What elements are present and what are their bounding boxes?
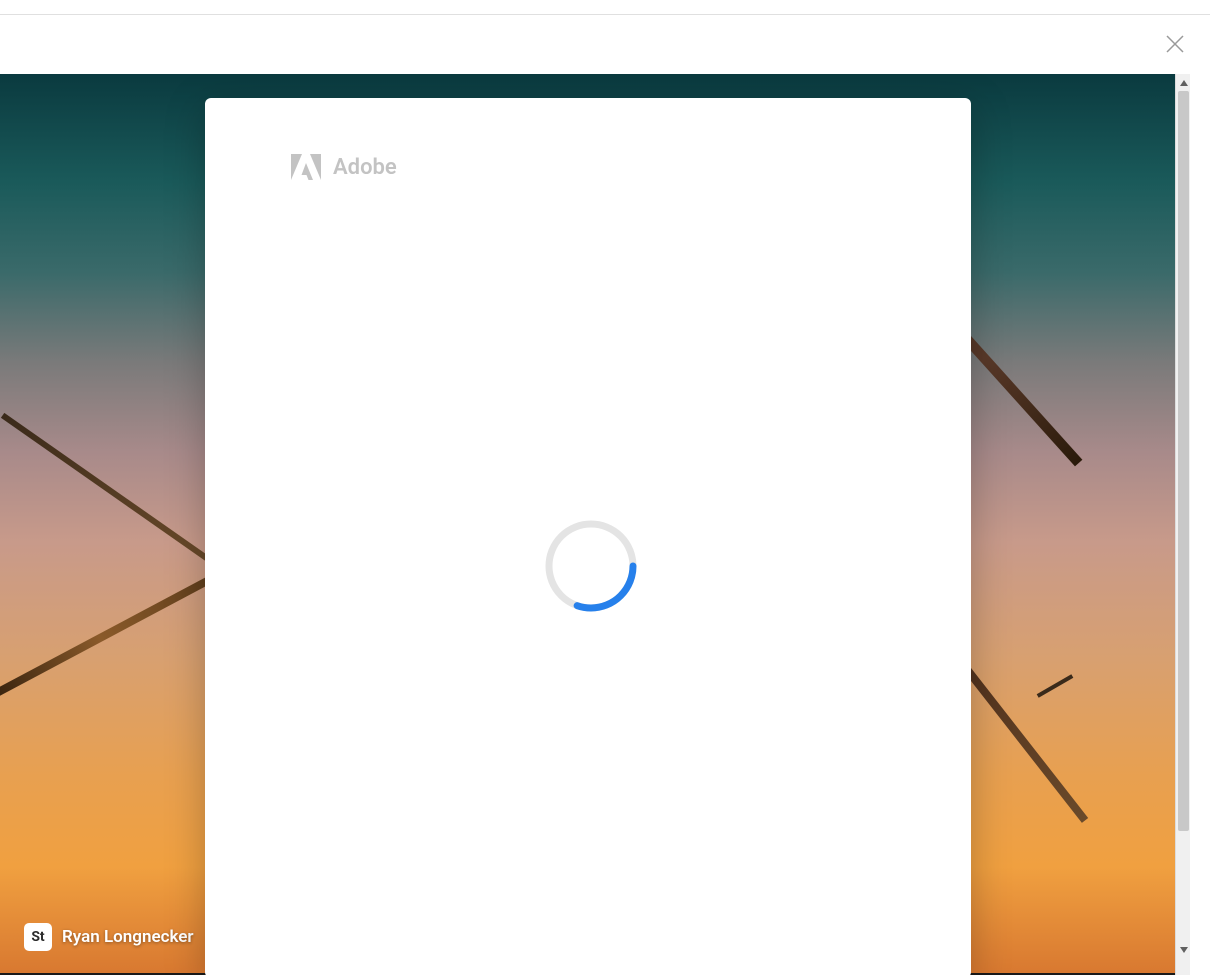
adobe-logo: Adobe — [291, 154, 397, 180]
scroll-down-button[interactable] — [1176, 941, 1191, 958]
photo-attribution[interactable]: St Ryan Longnecker — [24, 923, 194, 951]
spinner-icon — [545, 520, 637, 612]
loading-spinner — [545, 520, 637, 612]
chevron-down-icon — [1179, 945, 1189, 955]
background-decoration — [0, 569, 225, 708]
adobe-a-icon — [291, 154, 321, 180]
chevron-up-icon — [1179, 78, 1189, 88]
login-modal: Adobe — [205, 98, 971, 975]
close-icon — [1166, 35, 1184, 53]
stock-badge-label: St — [31, 929, 44, 945]
adobe-stock-badge-icon: St — [24, 923, 52, 951]
modal-header — [0, 15, 1210, 59]
main-viewport: Adobe St Ryan Longnecker — [0, 15, 1210, 969]
right-margin — [1190, 74, 1210, 975]
window-chrome — [0, 0, 1210, 15]
scroll-up-button[interactable] — [1176, 74, 1191, 91]
background-image: Adobe St Ryan Longnecker — [0, 74, 1175, 975]
vertical-scrollbar[interactable] — [1175, 74, 1190, 975]
photographer-name: Ryan Longnecker — [62, 927, 194, 947]
background-decoration — [1037, 674, 1074, 697]
adobe-brand-text: Adobe — [333, 155, 397, 180]
background-decoration — [1, 413, 209, 561]
close-button[interactable] — [1166, 35, 1184, 53]
scrollbar-thumb[interactable] — [1178, 91, 1189, 831]
